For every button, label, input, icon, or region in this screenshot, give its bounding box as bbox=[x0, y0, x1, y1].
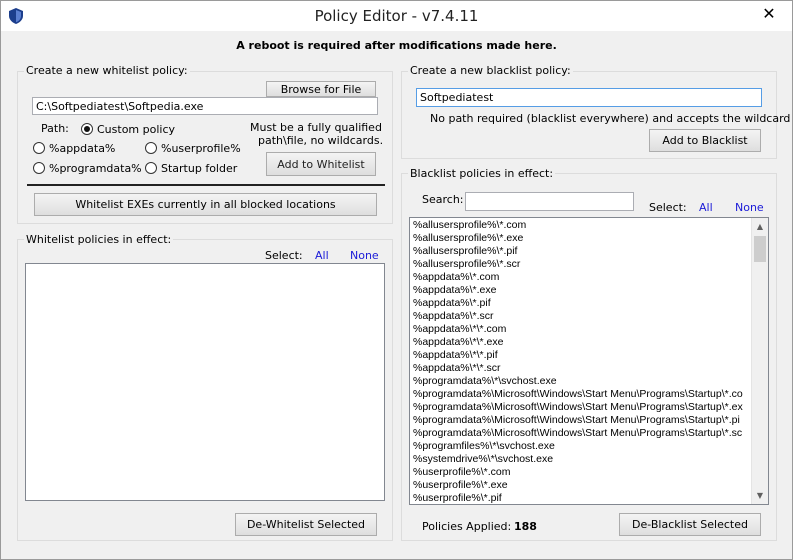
policies-applied-label: Policies Applied: bbox=[422, 520, 512, 533]
blacklist-effect-label: Blacklist policies in effect: bbox=[408, 167, 556, 180]
blacklist-select-none-link[interactable]: None bbox=[735, 201, 764, 214]
list-item[interactable]: %appdata%\*.pif bbox=[410, 297, 750, 310]
title-bar: Policy Editor - v7.4.11 ✕ bbox=[1, 1, 792, 31]
list-item[interactable]: %userprofile%\*.pif bbox=[410, 492, 750, 504]
add-to-blacklist-button[interactable]: Add to Blacklist bbox=[649, 129, 761, 152]
whitelist-create-label: Create a new whitelist policy: bbox=[24, 64, 190, 77]
whitelist-all-blocked-button[interactable]: Whitelist EXEs currently in all blocked … bbox=[34, 193, 377, 216]
list-item[interactable]: %programdata%\*\svchost.exe bbox=[410, 375, 750, 388]
list-item[interactable]: %systemdrive%\*\svchost.exe bbox=[410, 453, 750, 466]
whitelist-select-none-link[interactable]: None bbox=[350, 249, 379, 262]
blacklist-hint: No path required (blacklist everywhere) … bbox=[430, 112, 793, 125]
list-item[interactable]: %appdata%\*.exe bbox=[410, 284, 750, 297]
whitelist-hint-line2: path\file, no wildcards. bbox=[258, 134, 384, 147]
radio-appdata-label: %appdata% bbox=[49, 142, 116, 155]
list-item[interactable]: %appdata%\*\*.scr bbox=[410, 362, 750, 375]
radio-programdata[interactable] bbox=[33, 162, 45, 174]
list-item[interactable]: %userprofile%\*.com bbox=[410, 466, 750, 479]
blacklist-items: %allusersprofile%\*.com %allusersprofile%… bbox=[410, 219, 750, 504]
whitelist-effect-label: Whitelist policies in effect: bbox=[24, 233, 174, 246]
list-item[interactable]: %allusersprofile%\*.com bbox=[410, 219, 750, 232]
close-button[interactable]: ✕ bbox=[746, 1, 792, 25]
list-item[interactable]: %allusersprofile%\*.pif bbox=[410, 245, 750, 258]
list-item[interactable]: %programdata%\Microsoft\Windows\Start Me… bbox=[410, 401, 750, 414]
radio-userprofile-label: %userprofile% bbox=[161, 142, 241, 155]
blacklist-scrollbar[interactable]: ▲ ▼ bbox=[751, 218, 768, 504]
list-item[interactable]: %appdata%\*.com bbox=[410, 271, 750, 284]
blacklist-select-all-link[interactable]: All bbox=[699, 201, 713, 214]
list-item[interactable]: %appdata%\*\*.com bbox=[410, 323, 750, 336]
close-icon: ✕ bbox=[762, 4, 776, 23]
whitelist-select-label: Select: bbox=[265, 249, 303, 262]
whitelist-hint-line1: Must be a fully qualified bbox=[250, 121, 382, 134]
blacklist-policies-list[interactable]: %allusersprofile%\*.com %allusersprofile%… bbox=[409, 217, 769, 505]
policy-editor-window: Policy Editor - v7.4.11 ✕ A reboot is re… bbox=[0, 0, 793, 560]
radio-custom-policy-label: Custom policy bbox=[97, 123, 176, 136]
list-item[interactable]: %programfiles%\*\svchost.exe bbox=[410, 440, 750, 453]
radio-startup-folder[interactable] bbox=[145, 162, 157, 174]
whitelist-select-all-link[interactable]: All bbox=[315, 249, 329, 262]
list-item[interactable]: %programdata%\Microsoft\Windows\Start Me… bbox=[410, 414, 750, 427]
list-item[interactable]: %allusersprofile%\*.exe bbox=[410, 232, 750, 245]
whitelist-policies-list[interactable] bbox=[25, 263, 385, 501]
blacklist-search-input[interactable] bbox=[465, 192, 634, 211]
list-item[interactable]: %userprofile%\*.exe bbox=[410, 479, 750, 492]
blacklist-input[interactable] bbox=[416, 88, 762, 107]
whitelist-divider bbox=[27, 184, 385, 186]
reboot-notice: A reboot is required after modifications… bbox=[236, 39, 557, 52]
window-title: Policy Editor - v7.4.11 bbox=[314, 7, 479, 25]
path-label: Path: bbox=[41, 122, 69, 135]
list-item[interactable]: %appdata%\*\*.exe bbox=[410, 336, 750, 349]
radio-programdata-label: %programdata% bbox=[49, 162, 142, 175]
scroll-thumb[interactable] bbox=[754, 236, 766, 262]
list-item[interactable]: %allusersprofile%\*.scr bbox=[410, 258, 750, 271]
de-whitelist-selected-button[interactable]: De-Whitelist Selected bbox=[235, 513, 377, 536]
add-to-whitelist-button[interactable]: Add to Whitelist bbox=[266, 152, 376, 176]
radio-userprofile[interactable] bbox=[145, 142, 157, 154]
list-item[interactable]: %programdata%\Microsoft\Windows\Start Me… bbox=[410, 388, 750, 401]
whitelist-path-input[interactable] bbox=[32, 97, 378, 115]
blacklist-create-label: Create a new blacklist policy: bbox=[408, 64, 573, 77]
scroll-down-icon[interactable]: ▼ bbox=[752, 487, 768, 504]
de-blacklist-selected-button[interactable]: De-Blacklist Selected bbox=[619, 513, 761, 536]
radio-appdata[interactable] bbox=[33, 142, 45, 154]
radio-custom-policy[interactable] bbox=[81, 123, 93, 135]
browse-for-file-button[interactable]: Browse for File bbox=[266, 81, 376, 97]
radio-startup-folder-label: Startup folder bbox=[161, 162, 238, 175]
list-item[interactable]: %appdata%\*.scr bbox=[410, 310, 750, 323]
scroll-up-icon[interactable]: ▲ bbox=[752, 218, 768, 235]
blacklist-search-label: Search: bbox=[422, 193, 464, 206]
blacklist-select-label: Select: bbox=[649, 201, 687, 214]
list-item[interactable]: %appdata%\*\*.pif bbox=[410, 349, 750, 362]
list-item[interactable]: %programdata%\Microsoft\Windows\Start Me… bbox=[410, 427, 750, 440]
policies-applied-count: 188 bbox=[514, 520, 537, 533]
